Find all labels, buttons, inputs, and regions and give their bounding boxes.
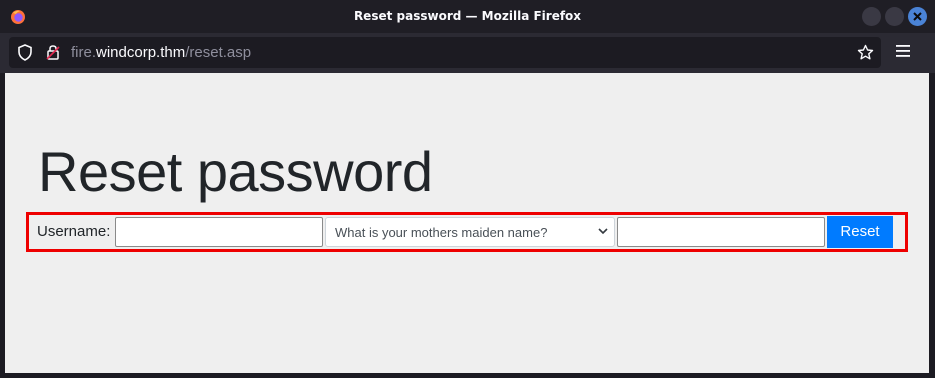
window-titlebar: Reset password — Mozilla Firefox (0, 0, 935, 33)
window-title: Reset password — Mozilla Firefox (353, 9, 582, 23)
url-bar[interactable]: fire.windcorp.thm/reset.asp (9, 37, 881, 68)
chevron-down-icon (598, 228, 608, 235)
close-icon (913, 12, 922, 21)
minimize-button[interactable] (862, 7, 881, 26)
url-text[interactable]: fire.windcorp.thm/reset.asp (71, 44, 251, 61)
reset-button[interactable]: Reset (827, 216, 893, 248)
bookmark-star-icon[interactable] (857, 44, 874, 61)
page-content: Reset password Username: What is your mo… (5, 73, 929, 373)
security-question-selected: What is your mothers maiden name? (335, 225, 548, 240)
security-answer-input[interactable] (617, 217, 825, 247)
page-title: Reset password (38, 140, 433, 203)
username-label: Username: (37, 223, 111, 240)
url-path: /reset.asp (185, 44, 252, 61)
navigation-toolbar: fire.windcorp.thm/reset.asp (0, 33, 935, 73)
maximize-button[interactable] (885, 7, 904, 26)
username-input[interactable] (115, 217, 323, 247)
shield-icon[interactable] (17, 44, 33, 61)
permissions-lock-icon[interactable] (46, 44, 60, 61)
reset-form: Username: What is your mothers maiden na… (37, 216, 897, 248)
url-prefix: fire. (71, 44, 97, 61)
close-button[interactable] (908, 7, 927, 26)
security-question-select[interactable]: What is your mothers maiden name? (325, 217, 615, 247)
hamburger-menu-icon[interactable] (896, 45, 910, 57)
url-host: windcorp.thm (96, 44, 186, 61)
